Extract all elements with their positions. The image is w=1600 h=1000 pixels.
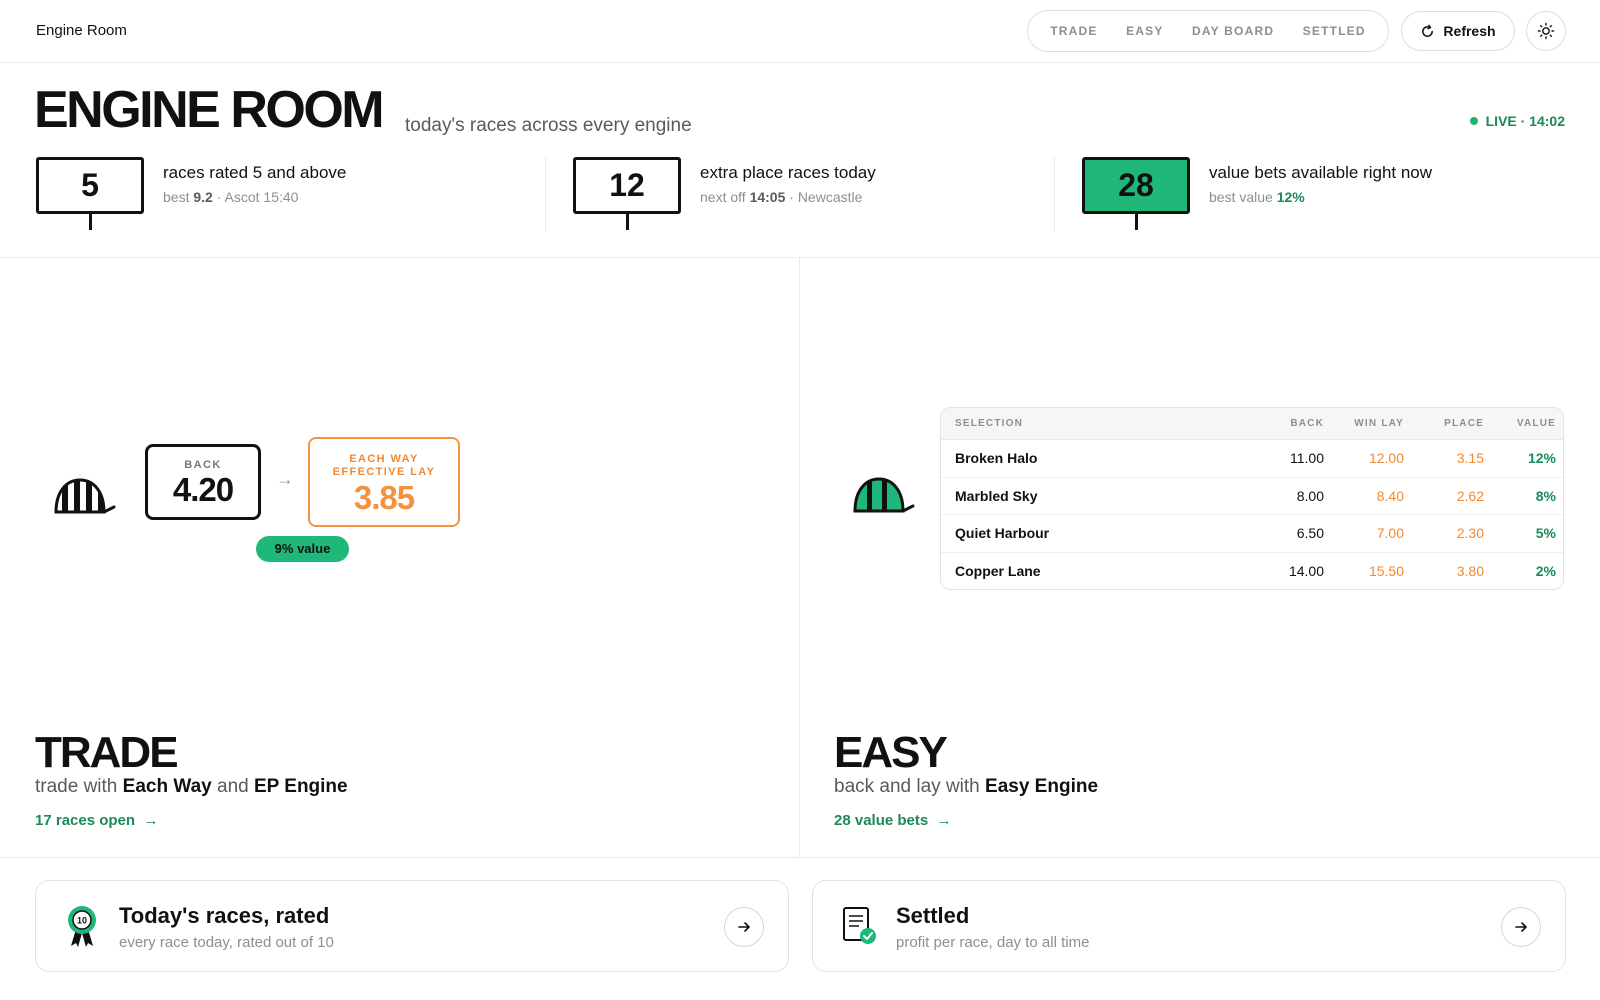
header-selection: SELECTION [955,418,1024,429]
card-title: Settled [896,903,970,928]
refresh-label: Refresh [1443,23,1496,39]
sun-icon [1537,22,1555,40]
page-title: ENGINE ROOM [34,81,385,139]
refresh-button[interactable]: Refresh [1401,11,1515,51]
cell-win-lay: 12.00 [1368,450,1404,467]
rosette-icon: 10 [68,906,96,947]
refresh-icon [1422,24,1434,37]
trade-open-link[interactable]: 17 races open → [35,812,158,829]
trade-title: TRADE [35,728,179,777]
stat-board: 5 [36,157,144,214]
header-value: VALUE [1516,418,1556,429]
nav-trade[interactable]: TRADE [1044,20,1103,42]
cell-place: 2.30 [1456,525,1484,542]
divider [1054,157,1055,232]
stat-label: value bets available right now [1209,163,1433,182]
stat-board: 12 [573,157,681,214]
arrow-right-icon [1515,922,1527,932]
card-settled[interactable]: Settled profit per race, day to all time [812,880,1566,972]
cell-win-lay: 8.40 [1376,487,1404,504]
jockey-cap-striped-icon [54,478,116,514]
cell-back: 14.00 [1288,563,1324,580]
live-dot-icon [1469,117,1478,125]
rosette-text: 10 [77,916,87,926]
each-way-label: EACH WAY EFFECTIVE LAY [332,453,436,479]
cell-place: 2.62 [1456,487,1484,504]
cell-selection: Broken Halo [955,450,1038,467]
card-arrow-button[interactable] [1501,907,1541,947]
live-label: LIVE · 14:02 [1485,113,1565,129]
cell-selection: Copper Lane [955,563,1041,580]
settled-document-icon [843,907,876,944]
table-header: SELECTION BACK WIN LAY PLACE VALUE [941,408,1563,440]
divider [0,257,1600,258]
stat-detail: best 9.2 · Ascot 15:40 [163,189,299,205]
value-badge: 9% value [256,536,349,562]
table-row[interactable]: Copper Lane 14.00 15.50 3.80 2% [941,553,1563,590]
nav-settled[interactable]: SETTLED [1297,20,1372,42]
nav-day-board[interactable]: DAY BOARD [1186,20,1280,42]
arrow-right-icon: → [139,812,159,829]
stat-label: races rated 5 and above [163,163,347,182]
cell-back: 6.50 [1296,525,1324,542]
stat-detail: best value 12% [1209,189,1305,205]
arrow-right-icon [738,922,750,932]
board-post [89,214,92,230]
app-title: Engine Room [36,22,127,39]
card-todays-races[interactable]: 10 Today's races, rated every race today… [35,880,789,972]
header-place: PLACE [1444,418,1484,429]
table-row[interactable]: Marbled Sky 8.00 8.40 2.62 8% [941,478,1563,515]
card-title: Today's races, rated [119,903,330,928]
cell-selection: Marbled Sky [955,487,1038,504]
cell-back: 8.00 [1296,487,1324,504]
page-subtitle: today's races across every engine [405,115,692,136]
board-post [626,214,629,230]
cell-value: 12% [1527,450,1556,467]
arrow-right-icon: → [276,469,294,489]
stat-label: extra place races today [700,163,876,182]
nav-easy[interactable]: EASY [1120,20,1169,42]
cell-back: 11.00 [1290,450,1324,467]
easy-value-bets-link[interactable]: 28 value bets → [834,812,952,829]
trade-subtitle: trade with Each Way and EP Engine [35,776,348,797]
divider [799,258,800,857]
divider [545,157,546,232]
live-status: LIVE · 14:02 [1469,113,1565,129]
cell-place: 3.15 [1456,450,1484,467]
each-way-value: 3.85 [353,479,415,517]
back-label: BACK [184,459,222,471]
stat-board: 28 [1082,157,1190,214]
cell-win-lay: 15.50 [1368,563,1404,580]
theme-toggle-button[interactable] [1526,11,1566,51]
card-subtitle: profit per race, day to all time [896,934,1090,951]
header-win-lay: WIN LAY [1354,418,1404,429]
each-way-lay-box: EACH WAY EFFECTIVE LAY 3.85 [308,437,460,527]
cell-win-lay: 7.00 [1376,525,1404,542]
stat-detail: next off 14:05 · Newcastle [700,189,863,205]
board-post [1135,214,1138,230]
nav-pill: TRADE EASY DAY BOARD SETTLED [1027,10,1389,52]
card-arrow-button[interactable] [724,907,764,947]
cell-value: 5% [1535,525,1556,542]
easy-subtitle: back and lay with Easy Engine [834,776,1099,797]
header-back: BACK [1290,418,1324,429]
cell-value: 2% [1535,563,1556,580]
easy-title: EASY [834,728,948,777]
cell-selection: Quiet Harbour [955,525,1050,542]
back-value: 4.20 [172,471,234,508]
cell-place: 3.80 [1456,563,1484,580]
table-row[interactable]: Broken Halo 11.00 12.00 3.15 12% [941,440,1563,478]
divider [0,857,1600,858]
card-subtitle: every race today, rated out of 10 [119,934,334,951]
value-bets-table: SELECTION BACK WIN LAY PLACE VALUE Broke… [940,407,1564,590]
jockey-cap-green-icon [853,477,915,513]
arrow-right-icon: → [932,812,952,829]
table-row[interactable]: Quiet Harbour 6.50 7.00 2.30 5% [941,515,1563,553]
back-price-box: BACK 4.20 [145,444,261,520]
cell-value: 8% [1535,487,1556,504]
top-bar: Engine Room TRADE EASY DAY BOARD SETTLED… [0,0,1600,63]
